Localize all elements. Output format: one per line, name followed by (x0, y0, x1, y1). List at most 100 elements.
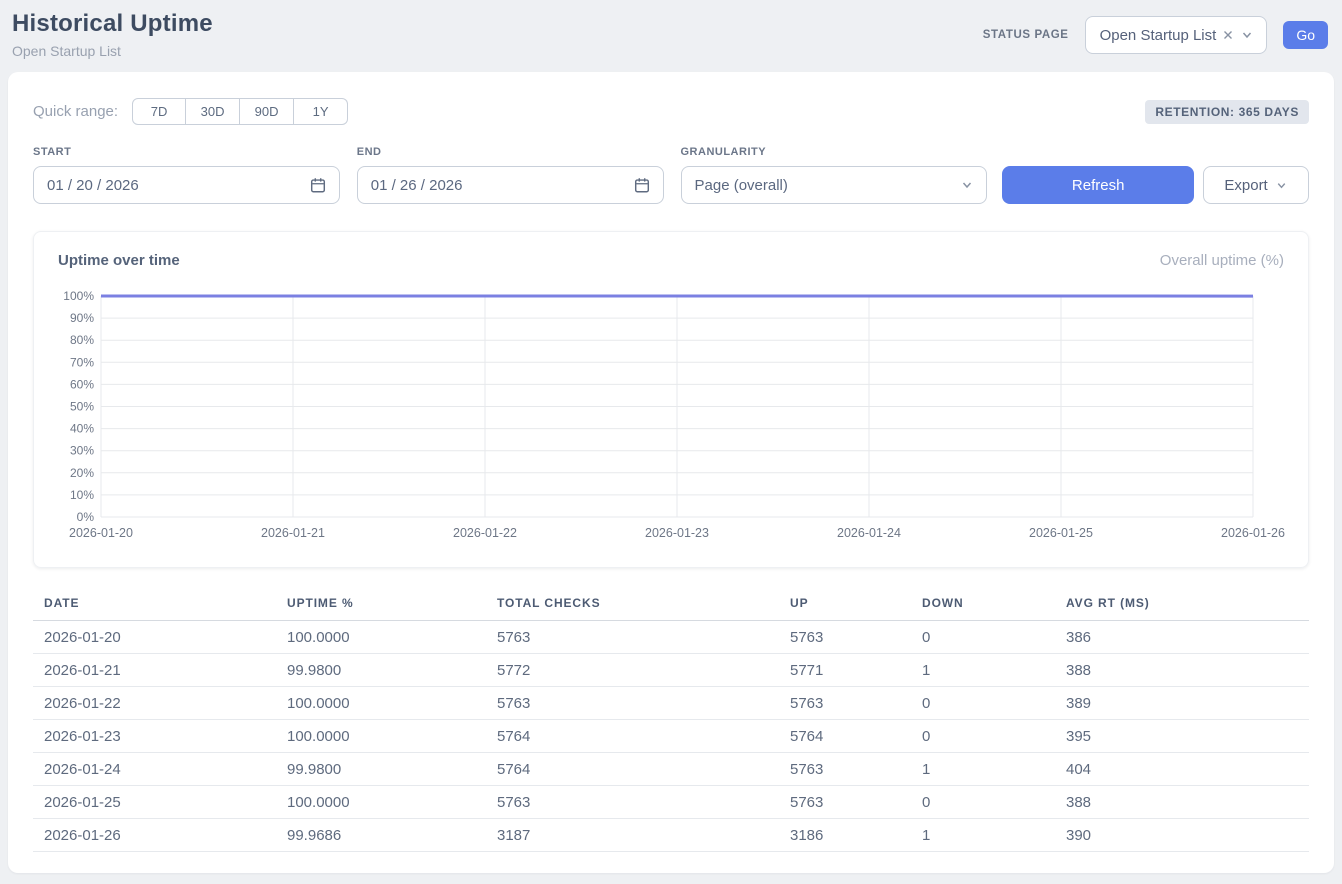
svg-text:2026-01-26: 2026-01-26 (1221, 526, 1285, 540)
chevron-down-icon (1240, 28, 1254, 42)
calendar-icon[interactable] (633, 176, 651, 194)
column-header: DATE (33, 590, 276, 621)
quick-range-1y-button[interactable]: 1Y (294, 98, 348, 125)
end-date-input[interactable]: 01 / 26 / 2026 (357, 166, 664, 204)
start-date-value: 01 / 20 / 2026 (47, 177, 139, 194)
calendar-icon[interactable] (309, 176, 327, 194)
table-cell: 2026-01-20 (33, 621, 276, 654)
start-field-group: START 01 / 20 / 2026 (33, 146, 340, 204)
granularity-label: GRANULARITY (681, 146, 988, 158)
quick-range-7d-button[interactable]: 7D (132, 98, 186, 125)
quick-range-label: Quick range: (33, 103, 118, 120)
table-cell: 0 (911, 786, 1055, 819)
column-header: DOWN (911, 590, 1055, 621)
svg-text:2026-01-21: 2026-01-21 (261, 526, 325, 540)
clear-icon[interactable] (1222, 29, 1234, 41)
svg-text:2026-01-24: 2026-01-24 (837, 526, 901, 540)
end-date-value: 01 / 26 / 2026 (371, 177, 463, 194)
table-cell: 390 (1055, 819, 1309, 852)
table-row: 2026-01-22100.0000576357630389 (33, 687, 1309, 720)
start-date-input[interactable]: 01 / 20 / 2026 (33, 166, 340, 204)
table-cell: 5764 (779, 720, 911, 753)
table-cell: 100.0000 (276, 720, 486, 753)
table-header-row: DATEUPTIME %TOTAL CHECKSUPDOWNAVG RT (MS… (33, 590, 1309, 621)
svg-text:100%: 100% (63, 289, 94, 303)
table-cell: 3187 (486, 819, 779, 852)
table-cell: 5763 (486, 687, 779, 720)
svg-text:2026-01-22: 2026-01-22 (453, 526, 517, 540)
quick-range-30d-button[interactable]: 30D (186, 98, 240, 125)
svg-text:20%: 20% (70, 466, 94, 480)
svg-text:10%: 10% (70, 488, 94, 502)
start-label: START (33, 146, 340, 158)
table-cell: 99.9800 (276, 753, 486, 786)
granularity-value: Page (overall) (695, 177, 788, 194)
table-cell: 5763 (779, 753, 911, 786)
table-cell: 2026-01-26 (33, 819, 276, 852)
export-button[interactable]: Export (1203, 166, 1309, 204)
column-header: UPTIME % (276, 590, 486, 621)
table-cell: 1 (911, 819, 1055, 852)
refresh-button[interactable]: Refresh (1002, 166, 1194, 204)
page-header: Historical Uptime Open Startup List STAT… (0, 0, 1342, 72)
main-panel: Quick range: 7D30D90D1Y RETENTION: 365 D… (8, 72, 1334, 873)
chart-header: Uptime over time Overall uptime (%) (58, 250, 1284, 270)
filter-row: START 01 / 20 / 2026 END 01 / 26 / 2026 … (33, 146, 1309, 204)
chart-legend: Overall uptime (%) (1160, 252, 1284, 269)
svg-text:2026-01-25: 2026-01-25 (1029, 526, 1093, 540)
granularity-select[interactable]: Page (overall) (681, 166, 988, 204)
export-label: Export (1224, 177, 1267, 194)
table-row: 2026-01-2199.9800577257711388 (33, 654, 1309, 687)
column-header: TOTAL CHECKS (486, 590, 779, 621)
retention-badge: RETENTION: 365 DAYS (1145, 100, 1309, 124)
table-cell: 5764 (486, 720, 779, 753)
granularity-field-group: GRANULARITY Page (overall) (681, 146, 988, 204)
table-cell: 5763 (779, 621, 911, 654)
table-cell: 100.0000 (276, 786, 486, 819)
quick-range-group: 7D30D90D1Y (132, 98, 348, 125)
end-label: END (357, 146, 664, 158)
svg-text:30%: 30% (70, 444, 94, 458)
end-field-group: END 01 / 26 / 2026 (357, 146, 664, 204)
quick-range-90d-button[interactable]: 90D (240, 98, 294, 125)
table-cell: 5763 (779, 786, 911, 819)
uptime-table: DATEUPTIME %TOTAL CHECKSUPDOWNAVG RT (MS… (33, 590, 1309, 852)
table-cell: 2026-01-22 (33, 687, 276, 720)
page-title: Historical Uptime (12, 10, 213, 38)
table-cell: 100.0000 (276, 687, 486, 720)
table-cell: 386 (1055, 621, 1309, 654)
header-controls: STATUS PAGE Open Startup List Go (983, 16, 1328, 54)
svg-text:0%: 0% (77, 510, 95, 524)
page-subtitle: Open Startup List (12, 43, 213, 59)
table-cell: 5764 (486, 753, 779, 786)
table-cell: 389 (1055, 687, 1309, 720)
svg-text:90%: 90% (70, 311, 94, 325)
table-cell: 388 (1055, 654, 1309, 687)
table-cell: 5772 (486, 654, 779, 687)
quick-range: Quick range: 7D30D90D1Y (33, 98, 348, 125)
table-cell: 2026-01-23 (33, 720, 276, 753)
svg-text:60%: 60% (70, 377, 94, 391)
table-row: 2026-01-20100.0000576357630386 (33, 621, 1309, 654)
table-cell: 3186 (779, 819, 911, 852)
table-cell: 0 (911, 621, 1055, 654)
table-cell: 0 (911, 720, 1055, 753)
table-row: 2026-01-25100.0000576357630388 (33, 786, 1309, 819)
table-cell: 5763 (779, 687, 911, 720)
svg-text:2026-01-23: 2026-01-23 (645, 526, 709, 540)
status-page-value: Open Startup List (1100, 27, 1217, 44)
table-cell: 395 (1055, 720, 1309, 753)
table-cell: 1 (911, 753, 1055, 786)
status-page-combobox[interactable]: Open Startup List (1085, 16, 1268, 54)
table-cell: 2026-01-24 (33, 753, 276, 786)
uptime-chart-card: Uptime over time Overall uptime (%) 0% 10… (33, 231, 1309, 568)
table-cell: 1 (911, 654, 1055, 687)
table-cell: 5763 (486, 786, 779, 819)
go-button[interactable]: Go (1283, 21, 1328, 49)
table-cell: 99.9686 (276, 819, 486, 852)
svg-text:50%: 50% (70, 400, 94, 414)
table-row: 2026-01-2499.9800576457631404 (33, 753, 1309, 786)
svg-text:2026-01-20: 2026-01-20 (69, 526, 133, 540)
uptime-chart: 0%10%20%30%40%50%60%70%80%90%100%2026-01… (58, 278, 1286, 544)
table-row: 2026-01-2699.9686318731861390 (33, 819, 1309, 852)
